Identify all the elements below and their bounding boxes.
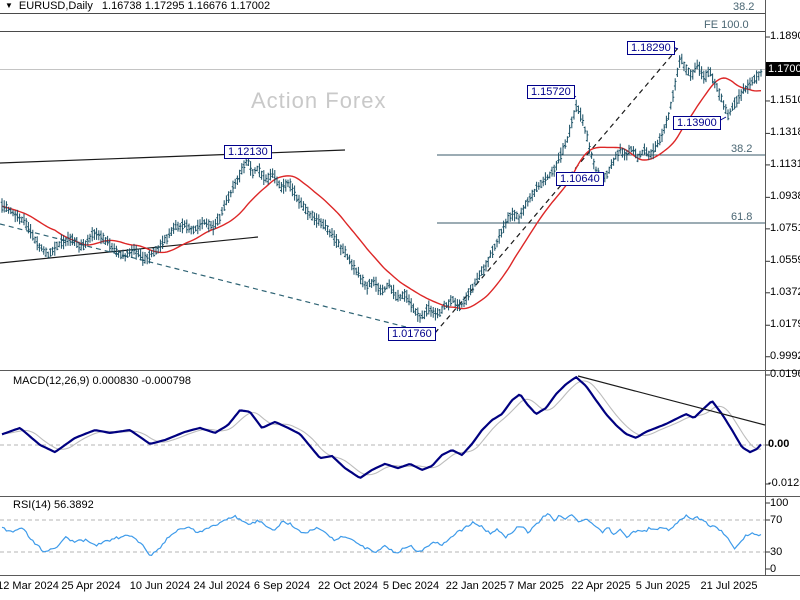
date-axis-label: 22 Oct 2024 — [318, 580, 378, 592]
date-axis-label: 5 Jun 2025 — [635, 580, 691, 592]
macd-axis-label: 0.019679 — [770, 368, 800, 380]
current-price-tag: 1.17002 — [766, 62, 800, 76]
rsi-axis-label: 70 — [770, 514, 783, 526]
date-axis-label: 24 Jul 2024 — [193, 580, 251, 592]
price-axis-label: 1.11310 — [770, 158, 800, 170]
symbol-period-label: EURUSD,Daily — [18, 0, 93, 12]
date-axis-label: 12 Mar 2024 — [0, 580, 59, 592]
price-axis-label: 1.13180 — [770, 126, 800, 138]
fib-fe100-label[interactable]: FE 100.0 — [704, 19, 749, 31]
swing-price-label[interactable]: 1.15720 — [527, 85, 575, 99]
date-axis-label: 7 Mar 2025 — [508, 580, 564, 592]
price-axis-label: 1.15105 — [770, 94, 800, 106]
date-axis-label: 5 Dec 2024 — [382, 580, 440, 592]
rsi-axis-label: 0 — [770, 563, 777, 575]
macd-axis-label: 0.00 — [768, 438, 790, 450]
price-axis-label: 1.01795 — [770, 318, 800, 330]
rsi-axis-label: 30 — [770, 546, 783, 558]
text-overlay: ▼ EURUSD,Daily 1.16738 1.17295 1.16676 1.1… — [0, 0, 800, 600]
date-axis-label: 21 Jul 2025 — [700, 580, 758, 592]
rsi-indicator-title: RSI(14) 56.3892 — [13, 499, 94, 511]
swing-price-label[interactable]: 1.13900 — [673, 116, 721, 130]
chart-title: ▼ EURUSD,Daily 1.16738 1.17295 1.16676 1.1… — [5, 0, 270, 12]
date-axis-label: 22 Jan 2025 — [445, 580, 507, 592]
swing-price-label[interactable]: 1.18290 — [627, 41, 675, 55]
price-axis-label: 1.03720 — [770, 286, 800, 298]
price-axis-label: 1.09385 — [770, 190, 800, 202]
price-axis-label: 1.18900 — [770, 30, 800, 42]
macd-indicator-title: MACD(12,26,9) 0.000830 -0.000798 — [13, 375, 191, 387]
price-axis-label: 1.05590 — [770, 254, 800, 266]
price-axis-label: 0.99925 — [770, 350, 800, 362]
date-axis-label: 6 Sep 2024 — [253, 580, 311, 592]
date-axis-label: 25 Apr 2024 — [61, 580, 121, 592]
date-axis-label: 10 Jun 2024 — [129, 580, 191, 592]
swing-price-label[interactable]: 1.12130 — [224, 145, 272, 159]
date-axis-label: 22 Apr 2025 — [571, 580, 631, 592]
swing-price-label[interactable]: 1.10640 — [556, 172, 604, 186]
macd-axis-label: -0.012552 — [768, 477, 800, 489]
price-axis-label: 1.07515 — [770, 222, 800, 234]
fib-retracement-618-label[interactable]: 61.8 — [731, 211, 752, 223]
swing-price-label[interactable]: 1.01760 — [388, 327, 436, 341]
ohlc-values: 1.16738 1.17295 1.16676 1.17002 — [101, 0, 271, 12]
rsi-axis-label: 100 — [770, 497, 789, 509]
trading-chart-window: Action Forex ▼ EURUSD,Daily 1.16738 1.1729… — [0, 0, 800, 600]
symbol-dropdown-icon[interactable]: ▼ — [5, 1, 13, 10]
fib-retracement-382-label[interactable]: 38.2 — [731, 143, 752, 155]
fib-extension-382-label[interactable]: 38.2 — [733, 1, 754, 13]
